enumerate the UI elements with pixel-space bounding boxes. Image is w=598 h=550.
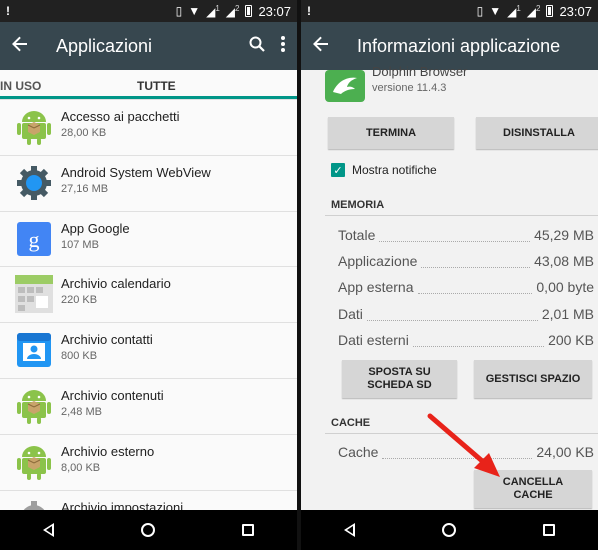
nav-recents-icon[interactable]	[542, 524, 555, 536]
app-name: Archivio esterno	[61, 443, 155, 459]
nav-back-icon[interactable]	[344, 523, 356, 537]
app-size: 8,00 KB	[61, 461, 101, 474]
app-name: Android System WebView	[61, 164, 211, 180]
contact-card-icon	[15, 331, 53, 369]
tab-tutte[interactable]: TUTTE	[137, 79, 176, 93]
show-notifications-label: Mostra notifiche	[352, 163, 437, 177]
app-info-content: Dolphin Browser versione 11.4.3 TERMINA …	[301, 64, 598, 510]
app-size: 27,16 MB	[61, 182, 109, 195]
show-notifications-row[interactable]: ✓ Mostra notifiche	[331, 163, 437, 177]
app-name: Dolphin Browser	[372, 64, 468, 79]
search-icon[interactable]	[249, 36, 265, 57]
list-item[interactable]: g App Google 107 MB	[0, 212, 297, 268]
android-robot-icon	[15, 108, 53, 146]
app-name: Archivio contenuti	[61, 387, 164, 403]
cache-row: Cache 24,00 KB	[338, 444, 594, 460]
list-item[interactable]: Archivio esterno 8,00 KB	[0, 435, 297, 491]
svg-text:g: g	[29, 227, 40, 252]
battery-icon	[245, 5, 253, 17]
dolphin-icon	[325, 62, 365, 102]
divider	[325, 215, 598, 216]
battery-icon	[546, 5, 554, 17]
warning-icon: !	[307, 4, 311, 18]
nav-back-icon[interactable]	[43, 523, 55, 537]
clock: 23:07	[258, 3, 291, 19]
app-name: App Google	[61, 220, 130, 236]
list-item[interactable]: Android System WebView 27,16 MB	[0, 156, 297, 212]
app-info-screen: ! ▯ ▼ ◢1 ◢2 23:07 Informazioni applicazi…	[301, 0, 598, 550]
list-item[interactable]: Archivio calendario 220 KB	[0, 267, 297, 324]
storage-row-app-esterna: App esterna 0,00 byte	[338, 279, 594, 295]
navigation-bar	[0, 510, 297, 550]
clear-cache-button[interactable]: CANCELLA CACHE	[474, 470, 592, 508]
page-title: Informazioni applicazione	[357, 35, 561, 56]
list-item[interactable]: Archivio contatti 800 KB	[0, 323, 297, 379]
signal-sim2-icon: ◢2	[526, 3, 541, 19]
navigation-bar	[301, 510, 598, 550]
android-robot-icon	[15, 443, 53, 481]
storage-row-applicazione: Applicazione 43,08 MB	[338, 253, 594, 269]
status-bar: ! ▯ ▼ ◢1 ◢2 23:07	[0, 0, 297, 22]
app-name: Archivio calendario	[61, 276, 171, 292]
tab-in-uso[interactable]: IN USO	[0, 79, 41, 93]
vibrate-icon: ▯	[476, 4, 484, 18]
apps-list-screen: ! ▯ ▼ ◢1 ◢2 23:07 Applicazioni IN USO TU…	[0, 0, 297, 550]
app-size: 2,48 MB	[61, 405, 102, 418]
app-header: Dolphin Browser versione 11.4.3	[301, 64, 598, 110]
warning-icon: !	[6, 4, 10, 18]
move-to-sd-button[interactable]: SPOSTA SU SCHEDA SD	[342, 360, 457, 398]
app-toolbar: Applicazioni	[0, 22, 297, 70]
list-item[interactable]: Accesso ai pacchetti 28,00 KB	[0, 100, 297, 156]
section-header-memoria: MEMORIA	[331, 199, 385, 211]
more-vert-icon[interactable]	[281, 35, 285, 57]
app-size: 28,00 KB	[61, 127, 107, 139]
filter-tabs: IN USO TUTTE	[0, 70, 297, 100]
app-size: 800 KB	[61, 350, 98, 363]
tab-indicator	[0, 96, 297, 99]
nav-home-icon[interactable]	[441, 523, 456, 537]
list-item[interactable]: Archivio contenuti 2,48 MB	[0, 379, 297, 435]
page-title: Applicazioni	[56, 35, 153, 56]
wifi-icon: ▼	[489, 4, 502, 18]
clock: 23:07	[559, 3, 592, 19]
force-stop-button[interactable]: TERMINA	[328, 117, 454, 149]
checkbox-checked-icon[interactable]: ✓	[331, 163, 345, 177]
signal-sim1-icon: ◢1	[507, 3, 521, 19]
app-size: 107 MB	[61, 238, 99, 251]
nav-recents-icon[interactable]	[241, 524, 254, 536]
divider	[325, 433, 598, 434]
nav-home-icon[interactable]	[140, 523, 155, 537]
signal-sim1-icon: ◢1	[206, 3, 220, 19]
android-robot-icon	[15, 387, 53, 425]
wifi-icon: ▼	[188, 4, 201, 18]
manage-space-button[interactable]: GESTISCI SPAZIO	[474, 360, 592, 398]
google-g-icon: g	[15, 220, 53, 258]
signal-sim2-icon: ◢2	[225, 3, 240, 19]
storage-row-dati: Dati 2,01 MB	[338, 306, 594, 322]
calendar-grid-icon	[15, 275, 53, 314]
arrow-back-icon[interactable]	[313, 35, 347, 58]
app-version: versione 11.4.3	[372, 82, 447, 94]
storage-row-dati-esterni: Dati esterni 200 KB	[338, 332, 594, 348]
storage-row-totale: Totale 45,29 MB	[338, 227, 594, 243]
uninstall-button[interactable]: DISINSTALLA	[476, 117, 598, 149]
arrow-back-icon[interactable]	[12, 35, 46, 58]
app-name: Archivio contatti	[61, 332, 153, 348]
status-bar: ! ▯ ▼ ◢1 ◢2 23:07	[301, 0, 598, 22]
app-name: Accesso ai pacchetti	[61, 109, 180, 124]
app-size: 220 KB	[61, 294, 98, 307]
app-list: Accesso ai pacchetti 28,00 KB Android Sy…	[0, 100, 297, 547]
gear-icon	[15, 164, 53, 202]
vibrate-icon: ▯	[175, 4, 183, 18]
section-header-cache: CACHE	[331, 417, 371, 429]
